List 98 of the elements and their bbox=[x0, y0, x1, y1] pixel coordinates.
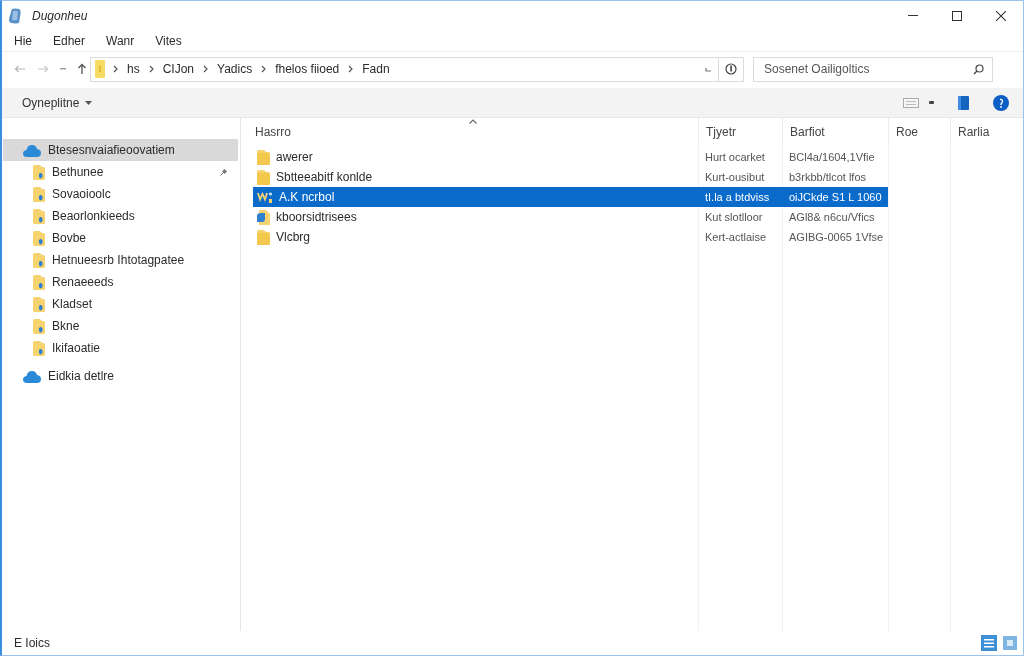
file-type: Kert-actlaise bbox=[705, 230, 767, 244]
cloud-icon bbox=[23, 369, 41, 383]
file-name: Vlcbrg bbox=[276, 230, 310, 244]
nav-label: Sovaoioolc bbox=[52, 187, 111, 201]
address-bar[interactable]: hs CIJon Yadics fhelos fiioed Fadn bbox=[90, 56, 719, 82]
file-row[interactable]: kboorsidtrisees Kut slotlloor AGl8& n6cu/Vfics bbox=[253, 207, 888, 227]
layout-icon[interactable] bbox=[903, 97, 919, 108]
nav-label: Eidkia detlre bbox=[48, 369, 115, 383]
status-text: E Ioics bbox=[14, 636, 50, 650]
file-name: A.K ncrbol bbox=[279, 190, 335, 204]
menu-item[interactable]: Edher bbox=[47, 31, 92, 50]
breadcrumb-item[interactable]: Fadn bbox=[360, 61, 392, 77]
breadcrumb-item[interactable]: hs bbox=[125, 61, 142, 77]
breadcrumb-item[interactable]: fhelos fiioed bbox=[273, 61, 342, 77]
nav-label: Btesesnvaiafieoovatiem bbox=[48, 143, 175, 157]
nav-label: Hetnueesrb Ihtotagpatee bbox=[52, 253, 185, 267]
picture-icon bbox=[257, 190, 273, 204]
file-row[interactable]: A.K ncrbol tI.la a btdviss oiJCkde S1 L 1060 bbox=[253, 187, 888, 207]
nav-label: Ikifaoatie bbox=[52, 341, 101, 355]
folder-icon bbox=[33, 208, 45, 224]
folder-icon bbox=[33, 186, 45, 202]
folder-icon bbox=[257, 169, 270, 185]
column-header[interactable]: Hasrro bbox=[253, 118, 698, 145]
forward-icon[interactable] bbox=[37, 65, 49, 73]
search-icon[interactable] bbox=[973, 63, 984, 75]
breadcrumb-item[interactable]: Yadics bbox=[215, 61, 255, 77]
nav-label: Bethunee bbox=[52, 165, 104, 179]
nav-label: Bkne bbox=[52, 319, 80, 333]
folder-icon bbox=[33, 340, 45, 356]
folder-icon bbox=[95, 60, 105, 78]
refresh-button[interactable] bbox=[719, 56, 744, 82]
dash-icon[interactable] bbox=[929, 101, 934, 104]
cloud-icon bbox=[23, 143, 41, 157]
chevron-icon bbox=[203, 65, 209, 73]
dash-icon[interactable] bbox=[60, 68, 66, 70]
menu-item[interactable]: Hie bbox=[8, 31, 38, 50]
up-arrow-icon[interactable] bbox=[77, 63, 87, 75]
file-date: b3rkbb/tlcot lfos bbox=[789, 170, 867, 184]
nav-item[interactable]: Hetnueesrb Ihtotagpatee bbox=[3, 249, 238, 271]
dropdown-icon[interactable] bbox=[705, 66, 712, 72]
app-icon bbox=[8, 7, 22, 24]
nav-item[interactable]: Bovbe bbox=[3, 227, 238, 249]
folder-icon bbox=[33, 252, 45, 268]
nav-item[interactable]: Btesesnvaiafieoovatiem bbox=[3, 139, 238, 161]
folder-icon bbox=[33, 318, 45, 334]
breadcrumb-item[interactable]: CIJon bbox=[160, 61, 197, 77]
refresh-icon bbox=[725, 63, 737, 75]
file-date: AGl8& n6cu/Vfics bbox=[789, 210, 875, 224]
file-date: AGIBG-0065 1Vfse bbox=[789, 230, 884, 244]
chevron-icon bbox=[113, 65, 118, 73]
file-row[interactable]: Vlcbrg Kert-actlaise AGIBG-0065 1Vfse bbox=[253, 227, 888, 247]
file-type: Kurt-ousibut bbox=[705, 170, 765, 184]
nav-item[interactable]: Bkne bbox=[3, 315, 238, 337]
file-row[interactable]: Sbtteeabitf konlde Kurt-ousibut b3rkbb/tlcot lfos bbox=[253, 167, 888, 187]
nav-item[interactable]: Beaorlonkieeds bbox=[3, 205, 238, 227]
file-date: oiJCkde S1 L 1060 bbox=[789, 190, 882, 204]
nav-label: Beaorlonkieeds bbox=[52, 209, 135, 223]
file-name: kboorsidtrisees bbox=[276, 210, 357, 224]
folder-icon bbox=[257, 229, 270, 245]
file-type: tI.la a btdviss bbox=[705, 190, 770, 204]
chevron-icon bbox=[148, 65, 154, 73]
caret-icon bbox=[85, 100, 93, 105]
file-name: awerer bbox=[276, 150, 313, 164]
minimize-icon bbox=[908, 15, 918, 16]
folder-icon bbox=[33, 296, 45, 312]
nav-item[interactable]: Renaeeeds bbox=[3, 271, 238, 293]
file-date: BCl4a/1604,1Vfie bbox=[789, 150, 875, 164]
folder-icon bbox=[33, 164, 45, 180]
chevron-icon bbox=[348, 65, 354, 73]
nav-item[interactable]: Bethunee bbox=[3, 161, 238, 183]
details-view-icon[interactable] bbox=[981, 635, 997, 651]
close-icon bbox=[996, 10, 1006, 21]
search-field[interactable]: Sosenet Oailigoltics bbox=[753, 56, 993, 82]
menu-item[interactable]: Vites bbox=[149, 31, 188, 50]
help-icon[interactable] bbox=[993, 94, 1009, 111]
menu-item[interactable]: Wanr bbox=[100, 31, 141, 50]
nav-item[interactable]: Ikifaoatie bbox=[3, 337, 238, 359]
organize-button[interactable]: Oyneplitne bbox=[16, 92, 99, 113]
maximize-icon bbox=[952, 10, 962, 21]
nav-item[interactable]: Eidkia detlre bbox=[3, 365, 238, 387]
folder-icon bbox=[257, 149, 270, 165]
file-type: Kut slotlloor bbox=[705, 210, 763, 224]
folder-icon bbox=[33, 230, 45, 246]
chevron-icon bbox=[261, 65, 267, 73]
window-title: Dugonheu bbox=[32, 8, 88, 23]
folder-icon bbox=[33, 274, 45, 290]
file-name: Sbtteeabitf konlde bbox=[276, 170, 373, 184]
tiles-view-icon[interactable] bbox=[1003, 636, 1017, 650]
file-row[interactable]: awerer Hurt ocarket BCl4a/1604,1Vfie bbox=[253, 147, 888, 167]
nav-item[interactable]: Sovaoioolc bbox=[3, 183, 238, 205]
nav-label: Renaeeeds bbox=[52, 275, 114, 289]
back-icon[interactable] bbox=[14, 65, 26, 73]
nav-label: Kladset bbox=[52, 297, 93, 311]
script-file-icon bbox=[257, 209, 270, 225]
nav-label: Bovbe bbox=[52, 231, 87, 245]
panel-icon[interactable] bbox=[958, 95, 969, 110]
nav-item[interactable]: Kladset bbox=[3, 293, 238, 315]
file-type: Hurt ocarket bbox=[705, 150, 765, 164]
